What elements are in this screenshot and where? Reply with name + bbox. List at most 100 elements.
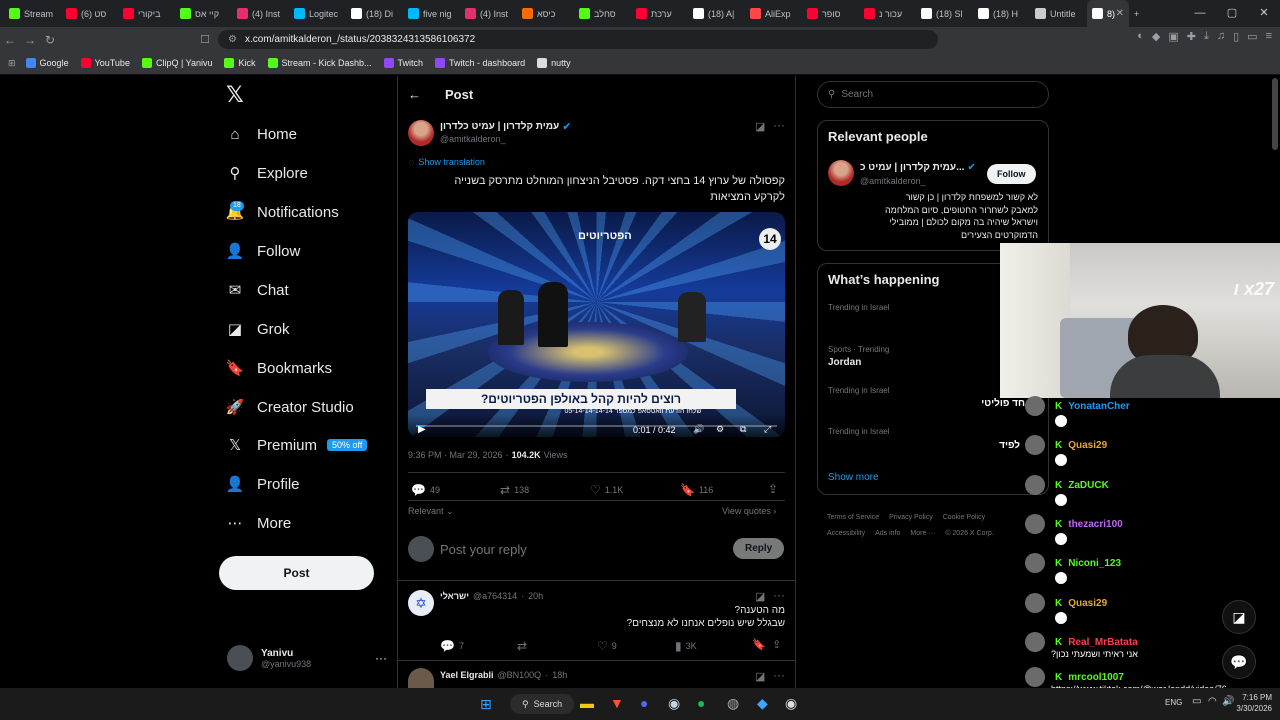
chat-username[interactable]: Niconi_123 [1068,558,1121,569]
apps-icon[interactable]: ⊞ [8,58,16,69]
browser-tab[interactable]: כיסא [517,0,574,27]
bookmark-item[interactable]: ClipQ | Yanivu [141,58,212,68]
monitor-icon[interactable]: ▭ [1192,696,1201,707]
extension-icon[interactable]: ◆ [1152,30,1160,43]
footer-link[interactable]: Ads info [875,526,900,542]
nav-item-chat[interactable]: ✉ Chat [226,275,289,305]
browser-tab[interactable]: עכור נ [859,0,916,27]
browser-tab[interactable]: סחלב [574,0,631,27]
person-name-row[interactable]: עמית קלדרון | עמיט כ... ✔ [860,162,976,173]
nav-item-home[interactable]: ⌂ Home [226,119,297,149]
chat-username[interactable]: mrcool1007 [1068,672,1124,683]
repost-action[interactable]: ⇄ [517,639,531,653]
bookmark-item[interactable]: YouTube [80,58,130,68]
bookmark-icon[interactable]: 🔖 [752,638,766,651]
steam-icon[interactable]: ◉ [668,695,680,712]
browser-tab[interactable]: 8) ✕ [1087,0,1129,27]
new-tab-icon[interactable]: + [1129,0,1153,27]
nav-item-explore[interactable]: ⚲ Explore [226,158,308,188]
post-button[interactable]: Post [219,556,374,590]
reply-time[interactable]: 20h [528,591,543,601]
address-bar[interactable]: ⚙ x.com/amitkalderon_/status/20383243135… [218,30,938,49]
language-indicator[interactable]: ENG [1165,698,1182,707]
wallet-icon[interactable]: ▭ [1247,30,1257,43]
browser-tab[interactable]: קיי אס [175,0,232,27]
back-icon[interactable]: ← [0,33,20,47]
minimize-icon[interactable]: — [1184,0,1216,27]
media-icon[interactable]: ♫ [1217,30,1225,43]
nav-item-follow[interactable]: 👤 Follow [226,236,301,266]
x-logo-icon[interactable]: 𝕏 [226,84,248,106]
browser-tab[interactable]: (6) סט [61,0,118,27]
more-dots-icon[interactable]: ··· [773,588,785,602]
extension-icon[interactable]: ▣ [1168,30,1178,43]
nav-item-creator-studio[interactable]: 🚀 Creator Studio [226,392,354,422]
person-avatar[interactable] [828,160,854,186]
more-dots-icon[interactable]: ··· [773,118,785,132]
browser-tab[interactable]: ביקורי [118,0,175,27]
bookmark-item[interactable]: Twitch [383,58,423,68]
browser-tab[interactable]: Untitle [1030,0,1087,27]
reply-author-handle[interactable]: @BN100Q [498,670,542,680]
reply-author-handle[interactable]: @a764314 [473,591,517,601]
nav-item-bookmarks[interactable]: 🔖 Bookmarks [226,353,332,383]
views-action[interactable]: ▮ 3K [675,639,697,653]
account-switcher[interactable]: Yanivu @yanivu938 ··· [227,645,387,671]
sidebar-icon[interactable]: ▯ [1233,30,1239,43]
reply-author-name[interactable]: Yael Elgrabli [440,670,494,680]
bookmark-item[interactable]: nutty [537,58,571,68]
browser-tab[interactable]: (18) A| [688,0,745,27]
grok-floating-button[interactable]: ◪ [1222,600,1256,634]
browser-tab[interactable]: סופר [802,0,859,27]
footer-link[interactable]: Privacy Policy [889,510,933,526]
site-info-icon[interactable]: ⚙ [228,34,237,45]
network-icon[interactable]: ◠ [1208,696,1217,707]
browser-tab[interactable]: AliExp [745,0,802,27]
repost-action[interactable]: ⇄ 138 [500,483,529,497]
chat-username[interactable]: Quasi29 [1068,440,1107,451]
video-player[interactable]: הפטריוטים 14 רוצים להיות קהל באולפן הפטר… [408,212,785,437]
browser-tab[interactable]: ערכת [631,0,688,27]
follow-button[interactable]: Follow [987,164,1036,184]
author-name-row[interactable]: עמית קלדרון | עמיט כלדרון ✔ [440,120,571,133]
show-translation-link[interactable]: ◌ Show translation [409,157,485,167]
menu-icon[interactable]: ≡ [1266,30,1272,43]
browser-tab[interactable]: (4) Inst [232,0,289,27]
reply-input[interactable] [440,538,720,560]
footer-link[interactable]: Terms of Service [827,510,879,526]
browser-tab[interactable]: (4) Inst [460,0,517,27]
person-handle[interactable]: @amitkalderon_ [860,176,926,186]
more-dots-icon[interactable]: ··· [375,651,387,665]
browser-tab[interactable]: Stream [4,0,61,27]
extension-icon[interactable]: ◐ [1137,30,1144,43]
forward-icon[interactable]: → [20,33,40,47]
pip-icon[interactable]: ⧉ [740,424,746,435]
nav-item-more[interactable]: ⋯ More [226,508,292,538]
spotify-icon[interactable]: ● [697,695,705,711]
file-explorer-icon[interactable]: ▬ [580,695,594,711]
discord-icon[interactable]: ● [640,695,648,711]
grok-icon[interactable]: ◪ [755,590,765,603]
taskbar-search[interactable]: ⚲ Search [510,694,575,714]
settings-icon[interactable]: ⚙ [716,424,724,435]
page-scrollbar[interactable] [1272,78,1278,150]
like-action[interactable]: ♡ 9 [597,639,617,653]
maximize-icon[interactable]: ▢ [1216,0,1248,27]
bookmark-page-icon[interactable]: ☐ [200,33,210,46]
nav-item-notifications[interactable]: 🔔 Notifications [226,197,339,227]
bookmark-item[interactable]: Twitch - dashboard [435,58,525,68]
fullscreen-icon[interactable]: ⤢ [764,424,771,435]
obs-icon[interactable]: ◉ [785,695,797,712]
nav-item-premium[interactable]: 𝕏 Premium 50% off [226,430,368,460]
browser-tab[interactable]: (18) H [973,0,1030,27]
volume-icon[interactable]: 🔊 [693,424,704,435]
back-arrow-icon[interactable]: ← [408,87,421,102]
view-quotes-link[interactable]: View quotes › [722,506,776,516]
author-handle[interactable]: @amitkalderon_ [440,134,506,144]
close-window-icon[interactable]: ✕ [1248,0,1280,27]
app-icon[interactable]: ◍ [727,695,739,712]
bookmark-item[interactable]: Kick [224,58,256,68]
chat-username[interactable]: ZaDUCK [1068,480,1109,491]
search-box[interactable]: ⚲ [817,81,1049,108]
more-dots-icon[interactable]: ··· [773,668,785,682]
